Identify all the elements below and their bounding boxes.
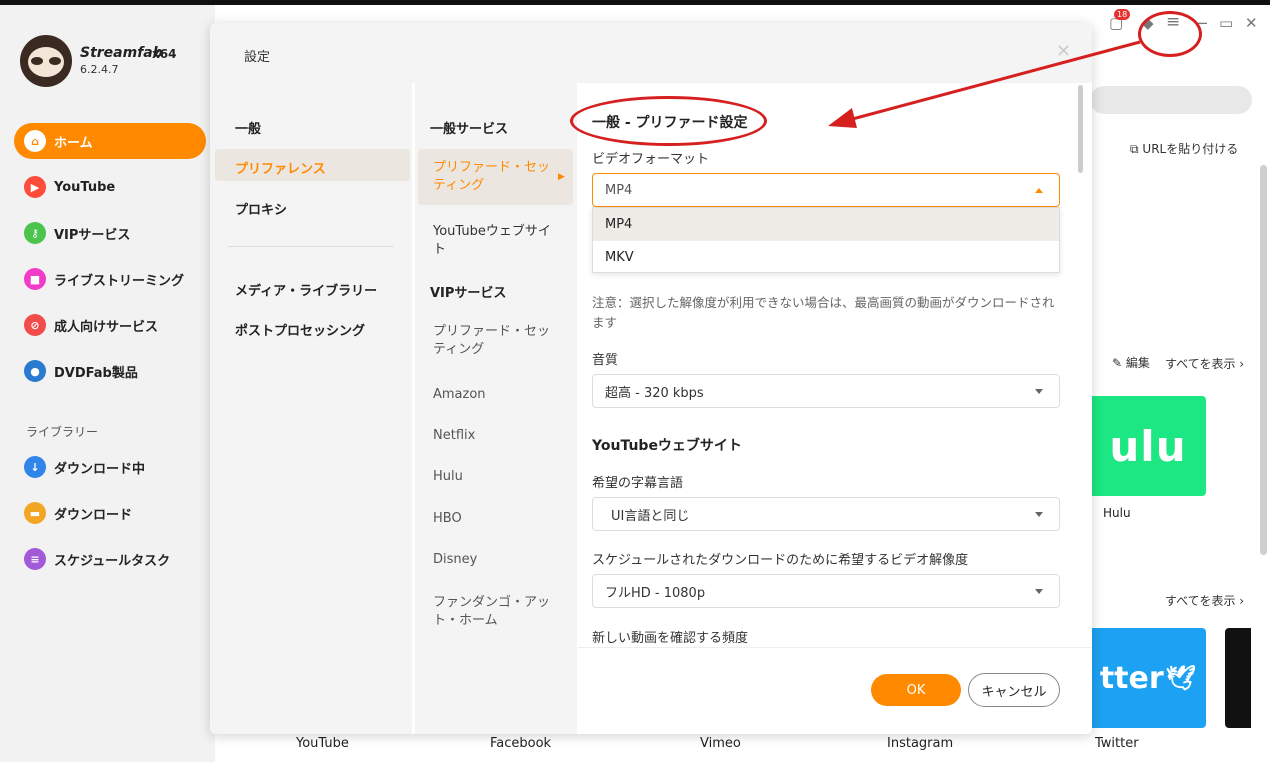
annotation-arrow bbox=[828, 40, 1141, 128]
